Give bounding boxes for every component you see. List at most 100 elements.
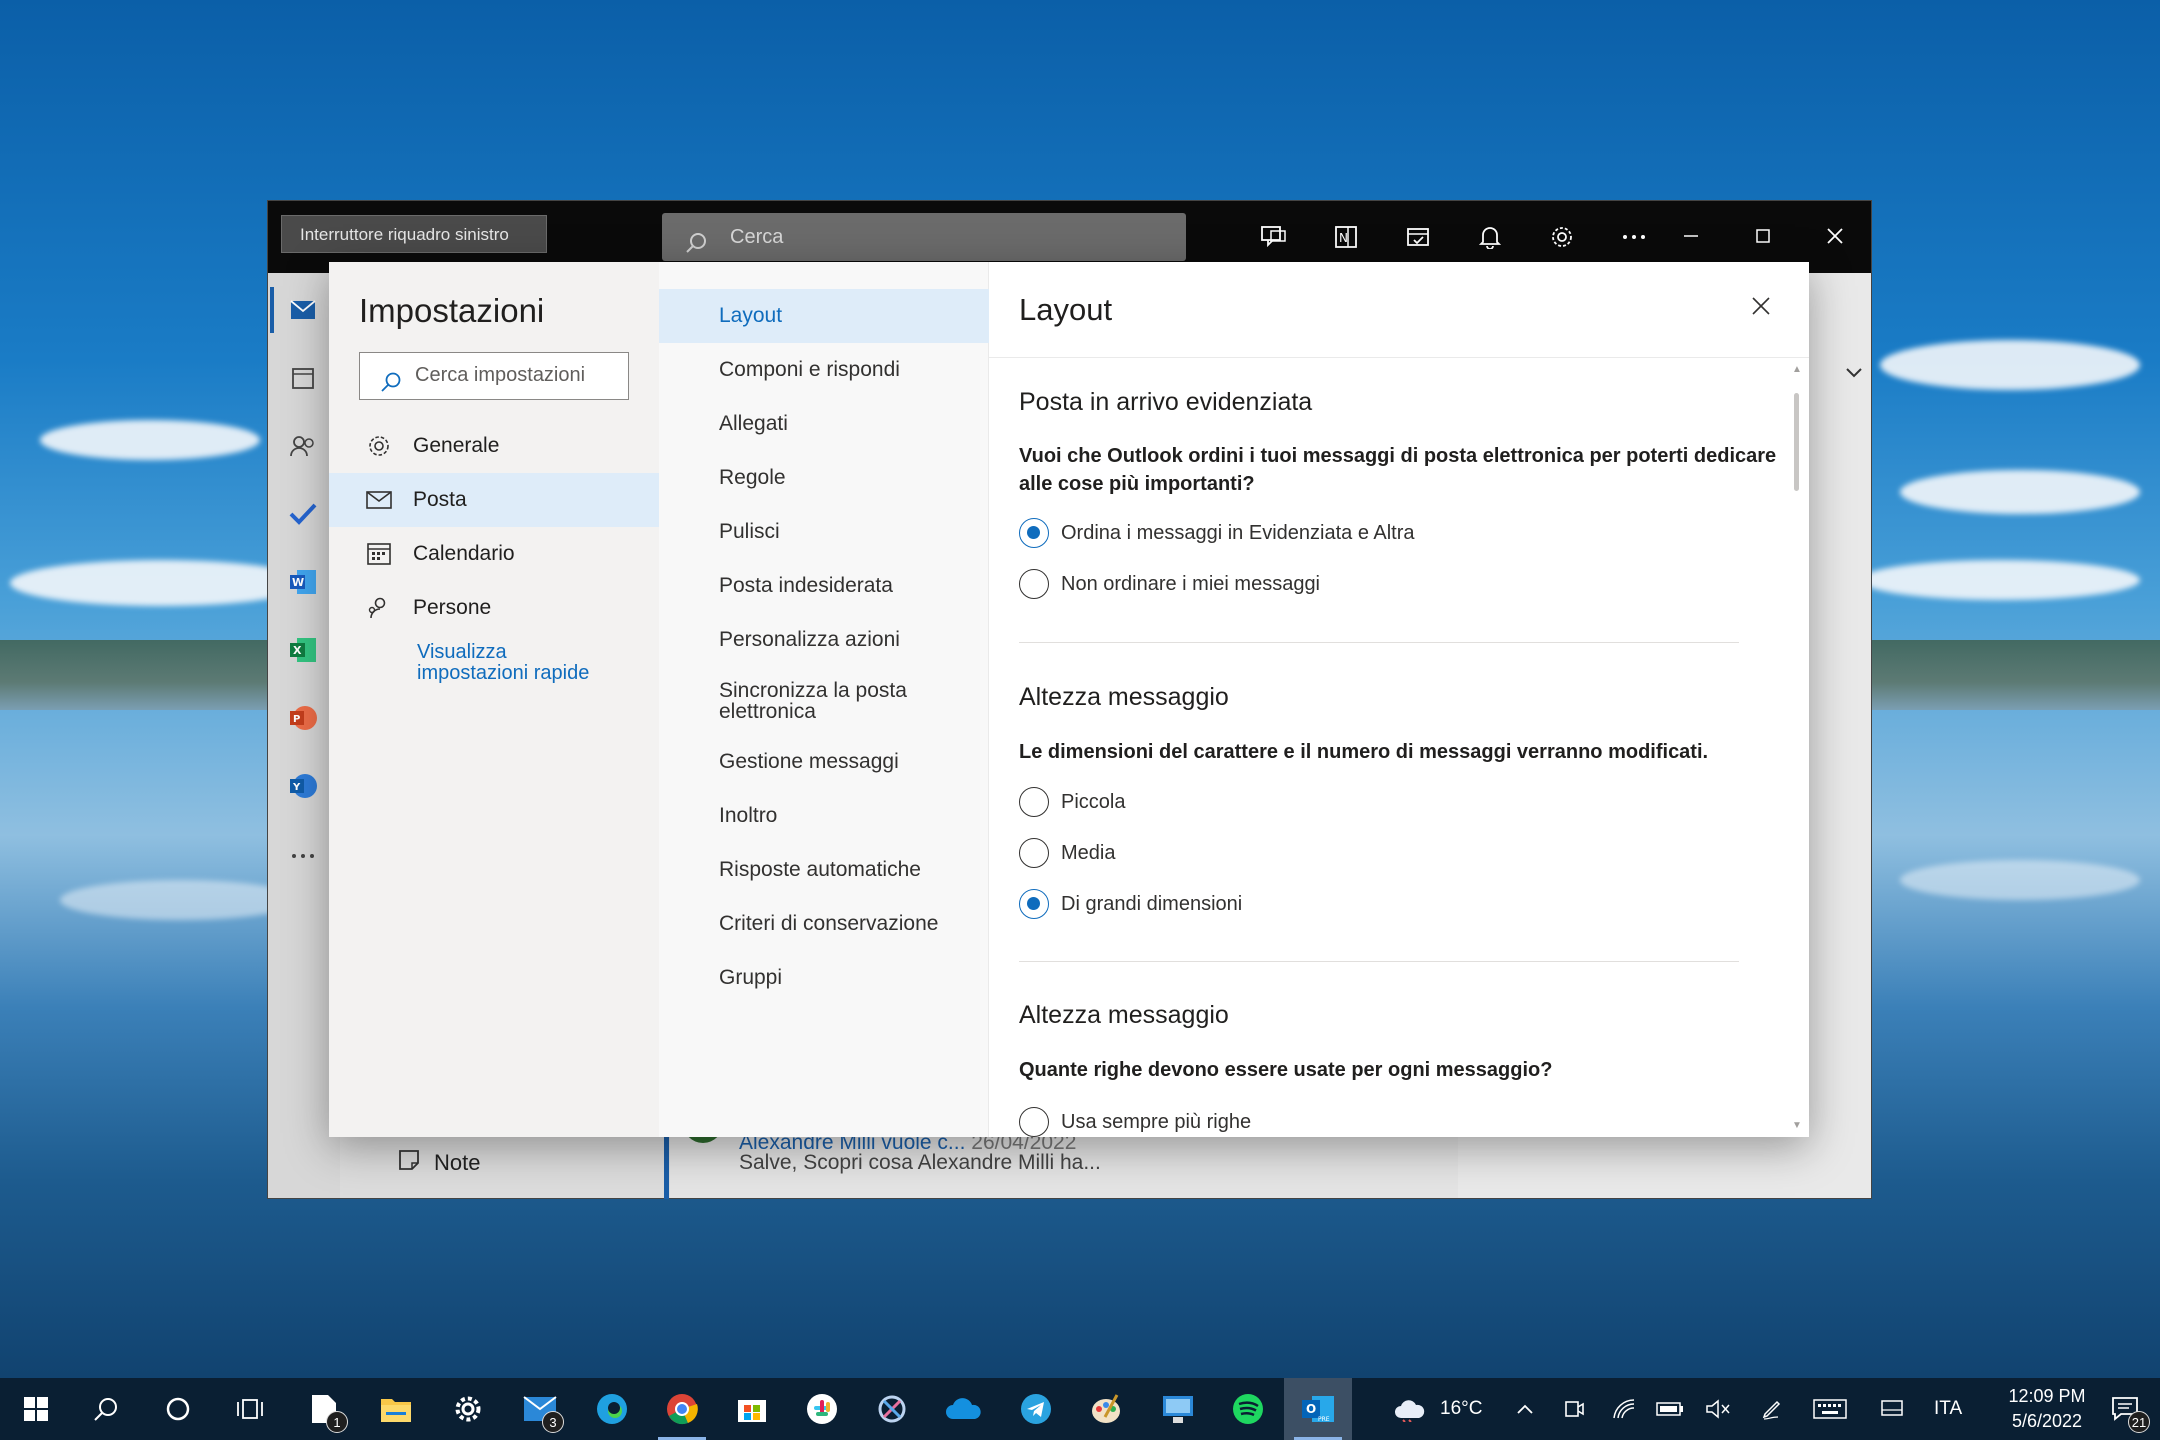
quick-settings-link[interactable]: Visualizza impostazioni rapide bbox=[417, 642, 589, 684]
action-center-icon[interactable]: 21 bbox=[2092, 1378, 2160, 1440]
task-view-icon[interactable] bbox=[216, 1378, 284, 1440]
radio-button[interactable] bbox=[1019, 1107, 1049, 1137]
cortana-icon[interactable] bbox=[144, 1378, 212, 1440]
weather-icon[interactable] bbox=[1390, 1378, 1430, 1440]
pen-icon[interactable] bbox=[1752, 1378, 1792, 1440]
more-apps-icon[interactable] bbox=[286, 839, 320, 873]
subcategory-inoltro[interactable]: Inoltro bbox=[659, 789, 989, 843]
nav-note[interactable]: Note bbox=[398, 1149, 480, 1177]
category-posta[interactable]: Posta bbox=[329, 473, 659, 527]
spotify-icon[interactable] bbox=[1214, 1378, 1282, 1440]
settings-subcategories: Layout Componi e rispondi Allegati Regol… bbox=[659, 262, 989, 1137]
settings-title: Impostazioni bbox=[359, 292, 545, 329]
subcategory-sincronizza[interactable]: Sincronizza la posta elettronica bbox=[659, 667, 989, 735]
radio-button[interactable] bbox=[1019, 787, 1049, 817]
section-heading: Altezza messaggio bbox=[1019, 683, 1229, 711]
file-explorer-icon[interactable] bbox=[362, 1378, 430, 1440]
bell-icon[interactable] bbox=[1454, 219, 1526, 255]
radio-focused-inbox-off[interactable]: Non ordinare i miei messaggi bbox=[1019, 569, 1320, 599]
files-badge: 1 bbox=[326, 1411, 348, 1433]
category-generale[interactable]: Generale bbox=[329, 419, 659, 473]
radio-button-checked[interactable] bbox=[1019, 889, 1049, 919]
slack-icon[interactable] bbox=[788, 1378, 856, 1440]
subcategory-risposte-automatiche[interactable]: Risposte automatiche bbox=[659, 843, 989, 897]
my-day-icon[interactable] bbox=[1382, 219, 1454, 255]
meet-now-icon[interactable] bbox=[1554, 1378, 1594, 1440]
todo-check-icon[interactable] bbox=[286, 497, 320, 531]
mail-icon[interactable] bbox=[270, 287, 320, 333]
touch-keyboard-icon[interactable] bbox=[1872, 1378, 1912, 1440]
files-icon[interactable]: 1 bbox=[290, 1378, 358, 1440]
section-heading: Altezza messaggio bbox=[1019, 1001, 1229, 1029]
chevron-up-icon[interactable] bbox=[1505, 1378, 1545, 1440]
subcategory-gestione-messaggi[interactable]: Gestione messaggi bbox=[659, 735, 989, 789]
edge-icon[interactable] bbox=[578, 1378, 646, 1440]
input-language[interactable]: ITA bbox=[1934, 1378, 1962, 1440]
onenote-icon[interactable]: N bbox=[1310, 219, 1382, 255]
keyboard-icon[interactable] bbox=[1810, 1378, 1850, 1440]
radio-focused-inbox-on[interactable]: Ordina i messaggi in Evidenziata e Altra bbox=[1019, 518, 1415, 548]
outlook-icon[interactable]: O PRE bbox=[1284, 1378, 1352, 1440]
left-pane-toggle-button[interactable]: Interruttore riquadro sinistro bbox=[281, 215, 547, 253]
subcategory-componi[interactable]: Componi e rispondi bbox=[659, 343, 989, 397]
people-icon[interactable] bbox=[286, 429, 320, 463]
network-icon[interactable] bbox=[1604, 1378, 1644, 1440]
close-icon[interactable] bbox=[1751, 296, 1771, 321]
radio-size-small[interactable]: Piccola bbox=[1019, 787, 1125, 817]
gear-icon bbox=[365, 434, 393, 458]
category-label: Generale bbox=[413, 434, 500, 457]
maximize-button[interactable] bbox=[1727, 211, 1799, 261]
gear-icon[interactable] bbox=[1526, 219, 1598, 255]
section-question: Quante righe devono essere usate per ogn… bbox=[1019, 1059, 1553, 1081]
minimize-button[interactable] bbox=[1655, 211, 1727, 261]
subcategory-pulisci[interactable]: Pulisci bbox=[659, 505, 989, 559]
pane-scrollbar[interactable]: ▲ ▼ bbox=[1789, 358, 1803, 1137]
search-icon[interactable] bbox=[72, 1378, 140, 1440]
paint-icon[interactable] bbox=[1072, 1378, 1140, 1440]
onedrive-icon[interactable] bbox=[930, 1378, 998, 1440]
subcategory-personalizza-azioni[interactable]: Personalizza azioni bbox=[659, 613, 989, 667]
remote-desktop-icon[interactable] bbox=[1144, 1378, 1212, 1440]
category-label: Calendario bbox=[413, 542, 515, 565]
subcategory-criteri-conservazione[interactable]: Criteri di conservazione bbox=[659, 897, 989, 951]
excel-icon[interactable]: X bbox=[286, 633, 320, 667]
windows-start-icon[interactable] bbox=[2, 1378, 70, 1440]
subcategory-regole[interactable]: Regole bbox=[659, 451, 989, 505]
radio-button[interactable] bbox=[1019, 569, 1049, 599]
scroll-down-icon[interactable]: ▼ bbox=[1792, 1120, 1802, 1131]
chrome-icon[interactable] bbox=[648, 1378, 716, 1440]
radio-multi-line[interactable]: Usa sempre più righe bbox=[1019, 1107, 1251, 1137]
subcategory-gruppi[interactable]: Gruppi bbox=[659, 951, 989, 1005]
yammer-icon[interactable]: Y bbox=[286, 769, 320, 803]
scrollbar-thumb[interactable] bbox=[1794, 393, 1799, 491]
chevron-down-icon[interactable] bbox=[1845, 366, 1863, 384]
radio-size-large[interactable]: Di grandi dimensioni bbox=[1019, 889, 1242, 919]
close-window-button[interactable] bbox=[1799, 211, 1871, 261]
battery-icon[interactable] bbox=[1650, 1378, 1690, 1440]
subcategory-allegati[interactable]: Allegati bbox=[659, 397, 989, 451]
settings-search-input[interactable]: Cerca impostazioni bbox=[359, 352, 629, 400]
radio-button-checked[interactable] bbox=[1019, 518, 1049, 548]
chat-icon[interactable] bbox=[1238, 219, 1310, 255]
outlook-search-box[interactable]: Cerca bbox=[662, 213, 1186, 261]
volume-muted-icon[interactable] bbox=[1698, 1378, 1738, 1440]
mail-icon[interactable]: 3 bbox=[506, 1378, 574, 1440]
calendar-icon[interactable] bbox=[286, 361, 320, 395]
radio-size-medium[interactable]: Media bbox=[1019, 838, 1115, 868]
telegram-icon[interactable] bbox=[1002, 1378, 1070, 1440]
category-calendario[interactable]: Calendario bbox=[329, 527, 659, 581]
pane-title: Layout bbox=[1019, 292, 1113, 327]
subcategory-layout[interactable]: Layout bbox=[659, 289, 989, 343]
search-icon bbox=[380, 365, 402, 410]
powerpoint-icon[interactable]: P bbox=[286, 701, 320, 735]
weather-temperature[interactable]: 16°C bbox=[1440, 1378, 1482, 1440]
snip-icon[interactable] bbox=[858, 1378, 926, 1440]
store-icon[interactable] bbox=[718, 1378, 786, 1440]
settings-icon[interactable] bbox=[434, 1378, 502, 1440]
subcategory-posta-indesiderata[interactable]: Posta indesiderata bbox=[659, 559, 989, 613]
message-item[interactable]: Alexandre Milli vuole c... 26/04/2022 Sa… bbox=[664, 1121, 1184, 1199]
scroll-up-icon[interactable]: ▲ bbox=[1792, 364, 1802, 375]
radio-button[interactable] bbox=[1019, 838, 1049, 868]
word-icon[interactable]: W bbox=[286, 565, 320, 599]
category-persone[interactable]: Persone bbox=[329, 581, 659, 635]
